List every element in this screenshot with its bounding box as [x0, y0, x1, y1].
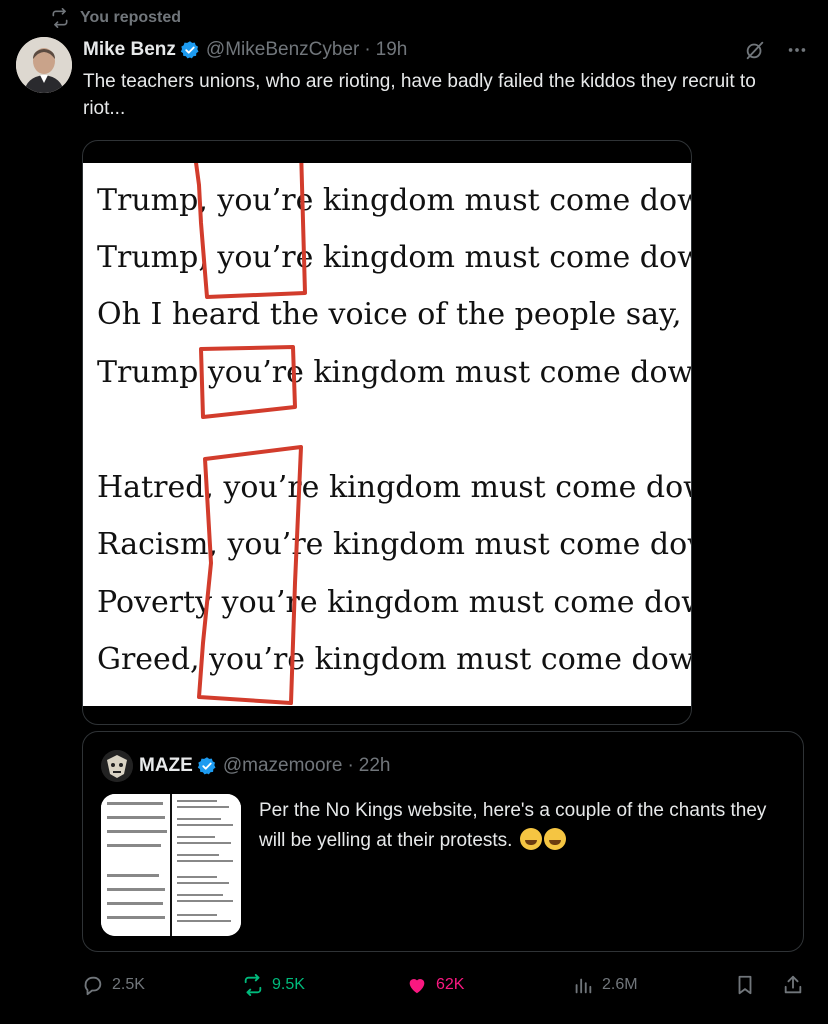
maze-logo-icon — [101, 750, 133, 782]
verified-badge-icon — [197, 757, 216, 775]
reply-icon — [84, 976, 102, 996]
chant-line: Oh I heard the voice of the people say, — [97, 297, 682, 332]
quote-header: MAZE @mazemoore · 22h — [101, 750, 390, 782]
more-options-icon[interactable] — [786, 39, 808, 61]
like-count: 62K — [436, 976, 465, 993]
heart-icon — [409, 979, 425, 994]
chant-line: Trump you’re kingdom must come down — [97, 355, 692, 390]
views-count: 2.6M — [602, 976, 638, 993]
repost-icon — [52, 8, 68, 28]
quote-thumbnail[interactable] — [101, 794, 241, 936]
grok-icon[interactable] — [744, 39, 766, 61]
thumbnail-image — [101, 794, 241, 936]
tears-of-joy-emoji-icon — [543, 828, 566, 850]
tweet-action-bar: 2.5K 9.5K 62K 2.6M — [82, 968, 808, 1002]
repost-indicator: You reposted — [50, 8, 181, 28]
share-icon — [784, 975, 802, 994]
author-handle[interactable]: @MikeBenzCyber — [206, 39, 359, 61]
tweet-timestamp[interactable]: 19h — [376, 39, 408, 61]
tweet-image[interactable]: Trump, you’re kingdom must come down* Tr… — [82, 140, 692, 725]
share-button[interactable] — [782, 974, 804, 996]
repost-icon — [244, 974, 262, 996]
verified-badge-icon — [180, 41, 199, 59]
quote-timestamp: 22h — [358, 755, 391, 776]
quote-avatar[interactable] — [101, 750, 133, 782]
author-name[interactable]: Mike Benz — [83, 39, 176, 61]
reply-button[interactable]: 2.5K — [82, 974, 145, 996]
chant-line: Poverty you’re kingdom must come down — [97, 585, 692, 620]
separator-dot: · — [364, 39, 371, 60]
chant-line: Hatred, you’re kingdom must come down — [97, 470, 692, 505]
avatar-image — [16, 37, 72, 93]
repost-count: 9.5K — [272, 976, 305, 993]
chant-line: Greed, you’re kingdom must come down — [97, 642, 692, 677]
reply-count: 2.5K — [112, 976, 145, 993]
repost-button[interactable]: 9.5K — [242, 974, 305, 996]
chant-line: Trump, you’re kingdom must come down* — [97, 183, 692, 218]
quote-text: Per the No Kings website, here's a coupl… — [259, 796, 789, 856]
bookmark-icon — [738, 975, 752, 995]
tweet-header: Mike Benz @MikeBenzCyber · 19h — [83, 36, 808, 64]
views-button[interactable]: 2.6M — [572, 974, 638, 996]
quoted-tweet[interactable]: MAZE @mazemoore · 22h Per the No Kings w… — [82, 731, 804, 952]
rolling-laughing-emoji-icon — [519, 828, 542, 850]
like-button[interactable]: 62K — [406, 974, 464, 996]
quote-author-name: MAZE — [139, 755, 193, 776]
author-avatar[interactable] — [16, 37, 72, 93]
tweet-text: The teachers unions, who are rioting, ha… — [83, 71, 756, 119]
chant-line: Racism, you’re kingdom must come down — [97, 527, 692, 562]
quote-text-body: Per the No Kings website, here's a coupl… — [259, 800, 767, 851]
bookmark-button[interactable] — [734, 974, 756, 996]
views-chart-icon — [575, 978, 592, 994]
quote-author-handle: @mazemoore — [222, 755, 343, 776]
repost-label: You reposted — [80, 9, 182, 26]
separator-dot: · — [347, 755, 354, 776]
chant-image: Trump, you’re kingdom must come down* Tr… — [83, 163, 692, 706]
chant-line: Trump, you’re kingdom must come down — [97, 240, 692, 275]
